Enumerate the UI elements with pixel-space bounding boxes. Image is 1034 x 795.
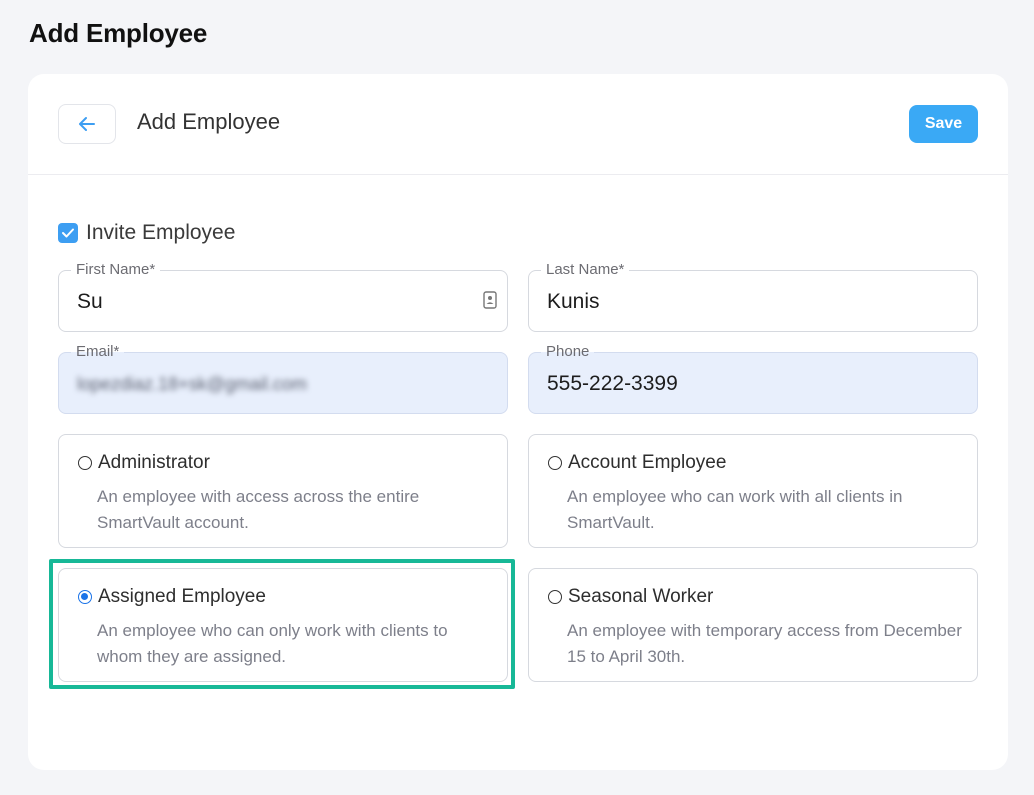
administrator-radio[interactable] xyxy=(78,456,92,470)
arrow-left-icon xyxy=(79,117,95,131)
back-button[interactable] xyxy=(58,104,116,144)
email-input[interactable]: lopezdiaz.18+sk@gmail.com xyxy=(77,374,457,395)
email-label: Email* xyxy=(71,343,125,361)
phone-label: Phone xyxy=(541,343,595,361)
invite-employee-checkbox[interactable] xyxy=(58,223,78,243)
invite-employee-label: Invite Employee xyxy=(86,221,236,244)
role-title: Seasonal Worker xyxy=(568,586,714,607)
last-name-field[interactable]: Last Name* Kunis xyxy=(528,261,978,332)
last-name-input[interactable]: Kunis xyxy=(547,290,927,314)
account-employee-radio[interactable] xyxy=(548,456,562,470)
save-button[interactable]: Save xyxy=(909,105,978,143)
role-title: Account Employee xyxy=(568,452,727,473)
first-name-input[interactable]: Su xyxy=(77,290,457,314)
invite-employee-row[interactable]: Invite Employee xyxy=(58,221,235,245)
add-employee-card: Add Employee Save Invite Employee First … xyxy=(28,74,1008,770)
role-description: An employee with access across the entir… xyxy=(97,487,420,532)
contact-card-icon[interactable] xyxy=(483,291,497,309)
checkmark-icon xyxy=(62,228,74,238)
role-description: An employee with temporary access from D… xyxy=(567,621,962,666)
seasonal-worker-radio[interactable] xyxy=(548,590,562,604)
card-header: Add Employee Save xyxy=(28,74,1008,175)
role-option-assigned-employee[interactable]: Assigned Employee An employee who can on… xyxy=(58,568,508,682)
role-option-administrator[interactable]: Administrator An employee with access ac… xyxy=(58,434,508,548)
assigned-employee-radio[interactable] xyxy=(78,590,92,604)
role-title: Assigned Employee xyxy=(98,586,266,607)
role-description: An employee who can only work with clien… xyxy=(97,621,448,666)
email-field[interactable]: Email* lopezdiaz.18+sk@gmail.com xyxy=(58,343,508,414)
phone-input[interactable]: 555-222-3399 xyxy=(547,372,927,396)
phone-field[interactable]: Phone 555-222-3399 xyxy=(528,343,978,414)
first-name-label: First Name* xyxy=(71,261,161,279)
role-option-account-employee[interactable]: Account Employee An employee who can wor… xyxy=(528,434,978,548)
role-description: An employee who can work with all client… xyxy=(567,487,903,532)
card-title: Add Employee xyxy=(137,109,281,134)
last-name-label: Last Name* xyxy=(541,261,630,279)
role-title: Administrator xyxy=(98,452,210,473)
page-title: Add Employee xyxy=(29,18,208,48)
first-name-field[interactable]: First Name* Su xyxy=(58,261,508,332)
role-option-seasonal-worker[interactable]: Seasonal Worker An employee with tempora… xyxy=(528,568,978,682)
